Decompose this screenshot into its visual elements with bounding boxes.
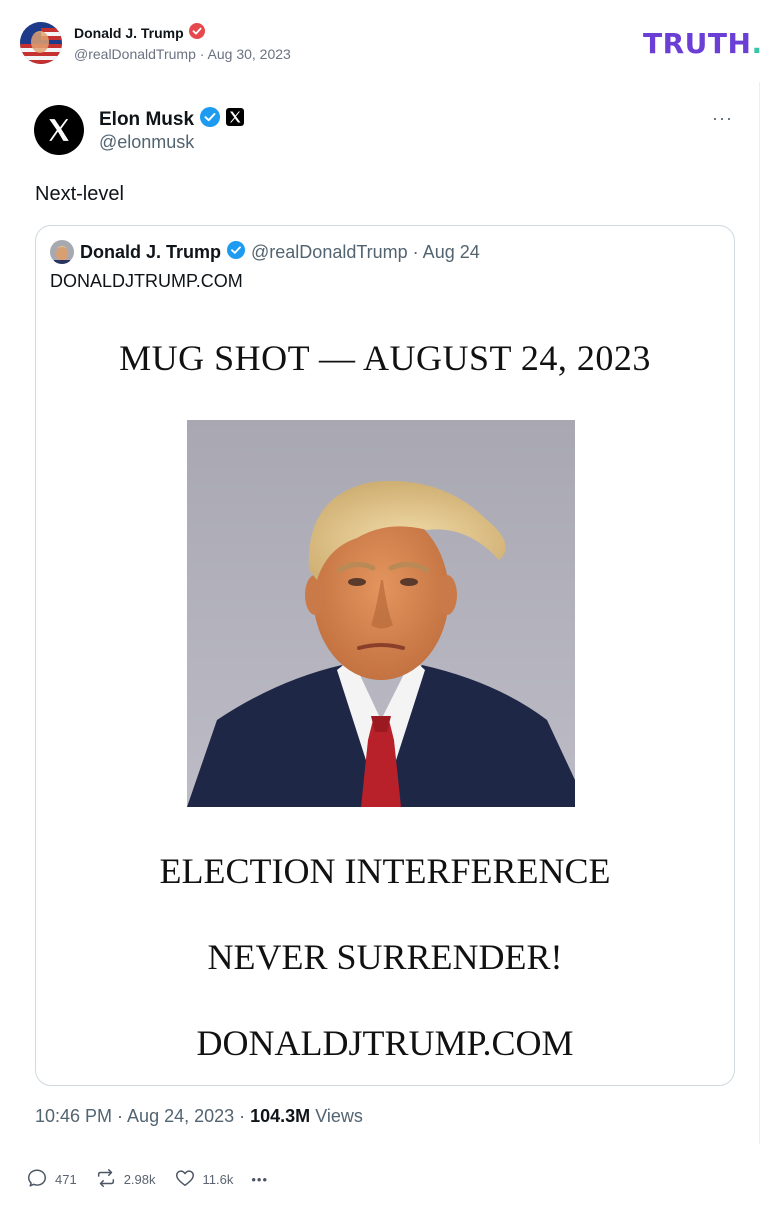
image-headline: MUG SHOT — AUGUST 24, 2023 xyxy=(119,338,651,378)
verified-badge-icon xyxy=(188,23,205,42)
repost-count: 2.98k xyxy=(123,1172,156,1187)
image-line-surrender: NEVER SURRENDER! xyxy=(207,937,563,977)
quoted-meta: @realDonaldTrump · Aug 24 xyxy=(251,242,480,262)
logo-dot: . xyxy=(751,27,763,60)
tweet-author-handle: @elonmusk xyxy=(99,132,195,152)
logo-text: TRUTH xyxy=(643,27,752,60)
tweet-text: Next-level xyxy=(35,183,124,205)
action-bar: 471 2.98k 11.6k ••• xyxy=(26,1167,286,1192)
more-icon: ··· xyxy=(712,108,733,128)
author-name-text[interactable]: Donald J. Trump xyxy=(74,25,184,41)
reply-button[interactable]: 471 xyxy=(26,1167,77,1192)
author-name[interactable]: Donald J. Trump xyxy=(74,23,205,42)
views-label: Views xyxy=(310,1106,363,1126)
x-avatar-logo-icon xyxy=(49,119,69,141)
like-button[interactable]: 11.6k xyxy=(174,1167,234,1192)
quoted-header: Donald J. Trump @realDonaldTrump · Aug 2… xyxy=(80,241,480,264)
author-handle-date[interactable]: @realDonaldTrump · Aug 30, 2023 xyxy=(74,46,291,62)
quoted-text: DONALDJTRUMP.COM xyxy=(50,271,243,291)
reply-icon xyxy=(26,1167,48,1192)
elon-avatar xyxy=(34,105,84,155)
heart-icon xyxy=(174,1167,196,1192)
mugshot-photo xyxy=(187,420,575,807)
x-logo-icon xyxy=(226,108,245,132)
author-avatar[interactable] xyxy=(20,22,62,64)
verified-badge-icon xyxy=(200,107,221,133)
tweet-timestamp-views: 10:46 PM · Aug 24, 2023 · 104.3M Views xyxy=(35,1106,363,1127)
quoted-avatar xyxy=(50,240,74,264)
verified-badge-icon xyxy=(227,241,246,264)
reply-count: 471 xyxy=(55,1172,77,1187)
tweet-timestamp: 10:46 PM · Aug 24, 2023 · xyxy=(35,1106,251,1126)
tweet-author-name-text: Elon Musk xyxy=(99,109,195,130)
image-line-website: DONALDJTRUMP.COM xyxy=(196,1023,574,1063)
truth-social-logo[interactable]: TRUTH. xyxy=(643,27,763,60)
repost-button[interactable]: 2.98k xyxy=(95,1167,156,1192)
image-line-election: ELECTION INTERFERENCE xyxy=(159,851,611,891)
ellipsis-icon: ••• xyxy=(251,1172,269,1187)
quoted-author-name: Donald J. Trump xyxy=(80,242,222,262)
views-count: 104.3M xyxy=(250,1106,311,1126)
more-options-button[interactable]: ••• xyxy=(251,1172,268,1187)
tweet-author-name: Elon Musk xyxy=(99,107,245,133)
repost-icon xyxy=(95,1167,117,1192)
like-count: 11.6k xyxy=(202,1172,234,1187)
